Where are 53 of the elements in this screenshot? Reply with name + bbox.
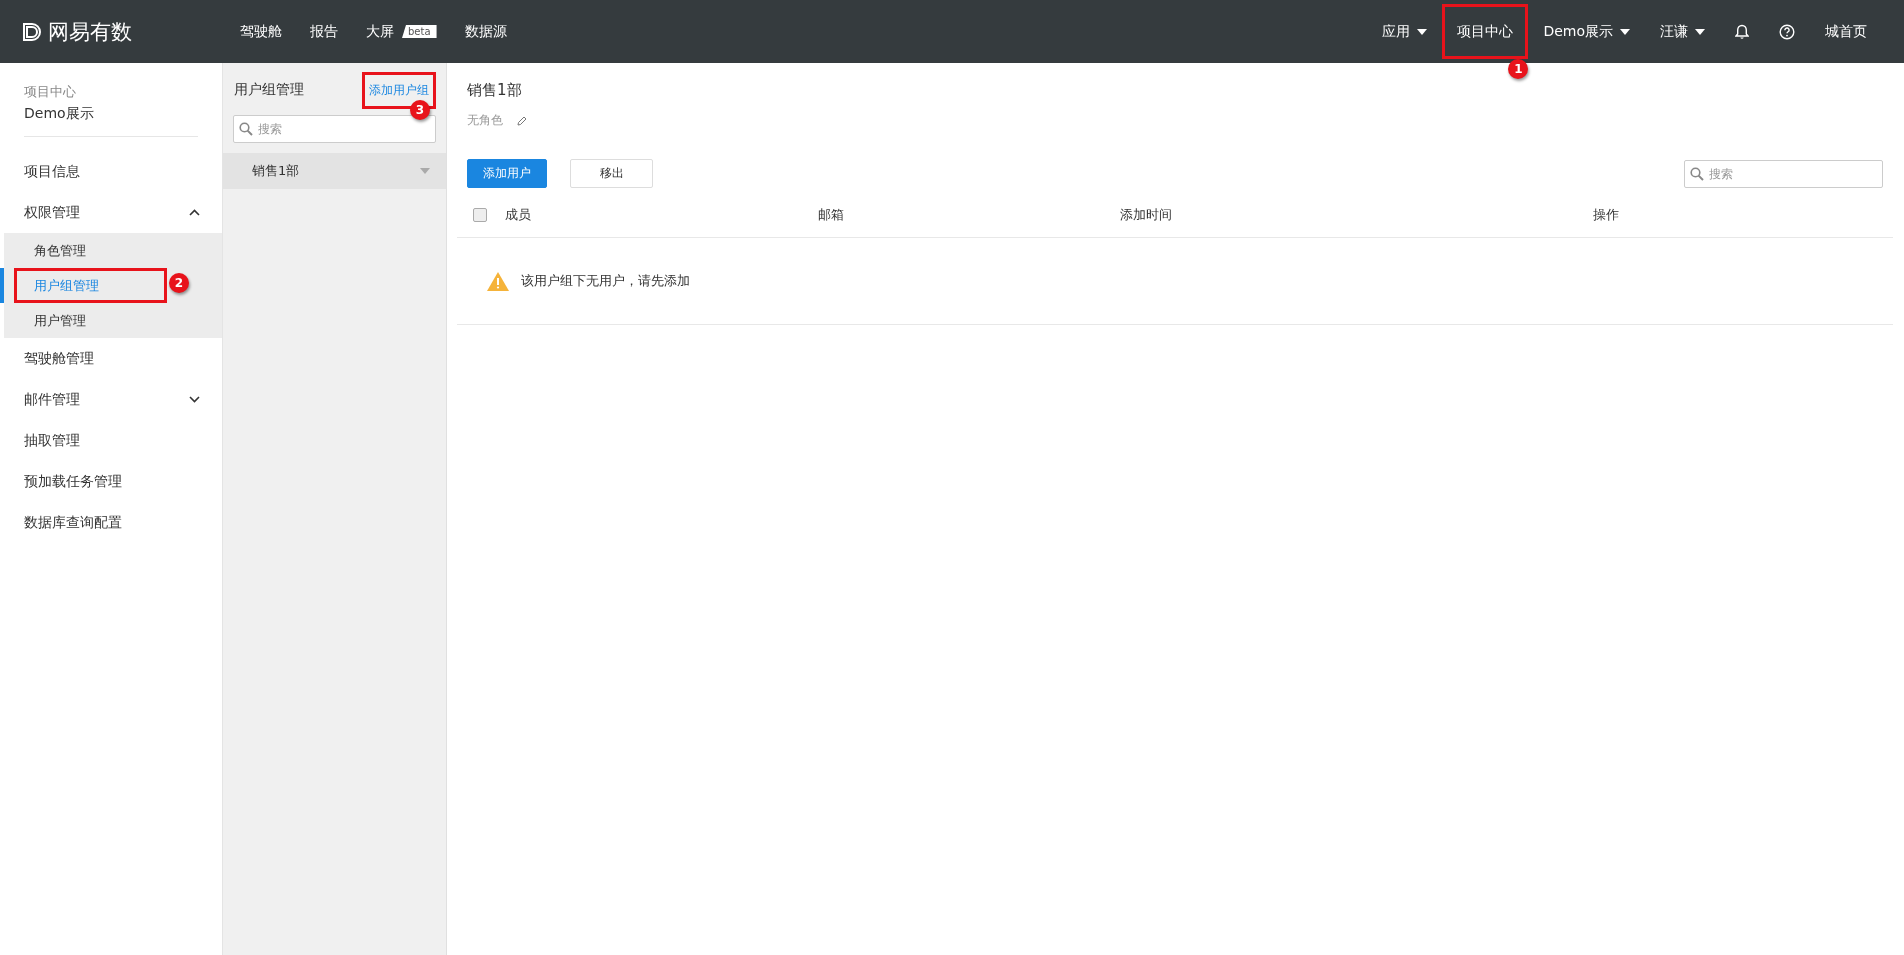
beta-tag: beta	[402, 25, 437, 38]
select-all-checkbox[interactable]	[473, 207, 487, 222]
caret-icon	[420, 168, 430, 174]
submenu-item[interactable]: 角色管理	[14, 233, 167, 268]
pencil-icon[interactable]	[517, 115, 527, 126]
remove-button[interactable]: 移出	[570, 159, 653, 188]
sidebar-item[interactable]: 项目信息	[0, 151, 222, 192]
nav-link[interactable]: 驾驶舱	[240, 22, 282, 41]
role-label: 无角色	[467, 112, 503, 129]
step-badge: 2	[169, 273, 189, 293]
nav-link[interactable]: 城首页	[1810, 4, 1882, 59]
column-header: 添加时间	[1120, 205, 1173, 224]
chevron-down-icon	[189, 396, 200, 403]
nav-dropdown[interactable]: 汪谦	[1645, 4, 1720, 59]
sidebar-item[interactable]: 驾驶舱管理	[0, 338, 222, 379]
sidebar-item[interactable]: 数据库查询配置	[0, 502, 222, 543]
nav-link[interactable]: 报告	[310, 22, 338, 41]
selection-bar	[0, 268, 4, 303]
nav-dropdown[interactable]: 应用	[1367, 4, 1443, 59]
search-icon	[239, 122, 253, 136]
search-field[interactable]: 搜索	[233, 115, 436, 143]
sidebar-item[interactable]: 邮件管理	[0, 379, 222, 420]
sidebar-item[interactable]: 抽取管理	[0, 420, 222, 461]
empty-message: 该用户组下无用户，请先添加	[521, 272, 690, 290]
nav-link[interactable]: 项目中心	[1442, 4, 1529, 59]
warning-icon	[487, 271, 509, 291]
logo-icon	[22, 21, 42, 42]
column-header: 成员	[505, 205, 532, 224]
sidebar-item[interactable]: 权限管理	[0, 192, 222, 233]
caret-icon	[1695, 28, 1705, 35]
add-user-button[interactable]: 添加用户	[467, 159, 547, 188]
search-icon	[1690, 166, 1704, 181]
sidebar-item[interactable]: 预加载任务管理	[0, 461, 222, 502]
group-title: 销售1部	[466, 81, 523, 100]
project-name: Demo展示	[23, 104, 95, 123]
caret-icon	[1620, 28, 1630, 35]
column-header: 操作	[1593, 205, 1620, 224]
caret-icon	[1417, 28, 1428, 35]
nav-link[interactable]: 大屏 beta	[366, 22, 437, 41]
panel-title: 用户组管理	[234, 81, 304, 99]
column-header: 邮箱	[818, 205, 845, 224]
group-item[interactable]: 销售1部	[223, 153, 446, 189]
logo-text: 网易有数	[48, 18, 132, 46]
nav-dropdown[interactable]: Demo展示	[1528, 4, 1645, 59]
step-badge: 3	[410, 99, 430, 120]
submenu-item[interactable]: 用户管理	[14, 303, 167, 338]
step-badge: 1	[1508, 59, 1529, 79]
nav-link[interactable]: 数据源	[464, 22, 507, 41]
help-icon[interactable]	[1779, 23, 1795, 40]
bell-icon[interactable]	[1735, 23, 1749, 40]
chevron-up-icon	[189, 209, 200, 216]
search-field[interactable]: 搜索	[1684, 159, 1883, 188]
context-label: 项目中心	[23, 83, 77, 101]
